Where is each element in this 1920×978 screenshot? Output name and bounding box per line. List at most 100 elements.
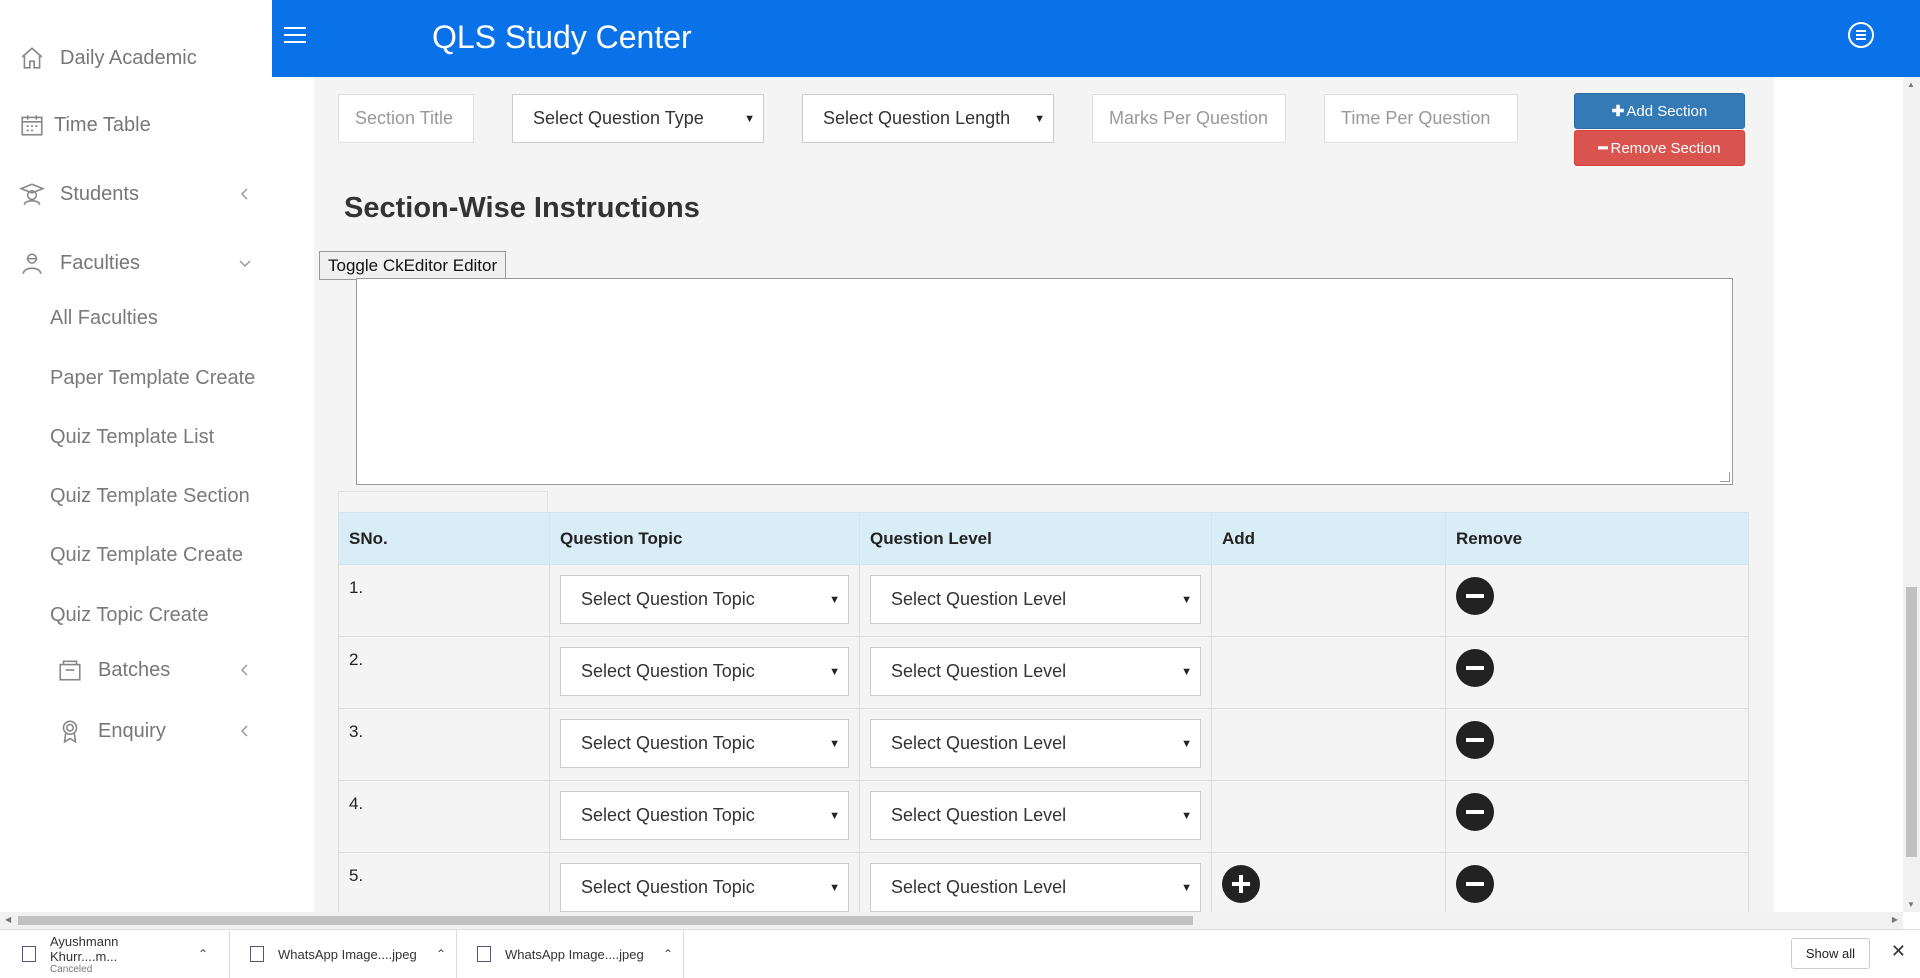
question-topic-select[interactable]: Select Question Topic ▼: [560, 575, 849, 624]
sidebar-sub-quiz-template-list[interactable]: Quiz Template List: [50, 426, 214, 449]
close-icon[interactable]: ✕: [1891, 941, 1906, 962]
topic-cell: Select Question Topic ▼: [549, 636, 860, 709]
dropdown-caret-icon: ▼: [1034, 113, 1045, 125]
topic-cell: Select Question Topic ▼: [549, 564, 860, 637]
teacher-icon: [18, 249, 46, 277]
sidebar-item-label: Batches: [98, 658, 171, 681]
chevron-down-icon: [239, 260, 251, 268]
question-topic-select[interactable]: Select Question Topic ▼: [560, 719, 849, 768]
dropdown-caret-icon: ▼: [829, 666, 840, 678]
sidebar-item-students[interactable]: Students: [18, 174, 272, 214]
scroll-left-arrow-icon[interactable]: ◀: [5, 915, 11, 924]
question-length-value: Select Question Length: [823, 108, 1011, 128]
dropdown-caret-icon: ▼: [744, 113, 755, 125]
hamburger-menu-icon[interactable]: [284, 27, 306, 47]
chevron-left-icon: [240, 725, 248, 737]
topic-cell: Select Question Topic ▼: [549, 708, 860, 781]
sidebar-item-label: Daily Academic: [60, 46, 197, 69]
table-row: 1. Select Question Topic ▼ Select Questio…: [338, 564, 1749, 637]
sidebar-item-enquiry[interactable]: Enquiry: [56, 711, 272, 751]
calendar-icon: [18, 111, 46, 139]
add-row-button[interactable]: [1222, 865, 1260, 903]
scroll-down-arrow-icon[interactable]: ▼: [1907, 900, 1915, 909]
graduate-icon: [18, 180, 46, 208]
question-level-select[interactable]: Select Question Level ▼: [870, 575, 1201, 624]
remove-row-button[interactable]: [1456, 865, 1494, 903]
dropdown-caret-icon: ▼: [1181, 882, 1192, 894]
minus-icon: ━: [1598, 140, 1608, 157]
add-cell: [1211, 852, 1446, 912]
time-per-question-input[interactable]: Time Per Question: [1324, 94, 1518, 143]
download-bar: Ayushmann Khurr....m... Canceled ⌃ Whats…: [0, 929, 1920, 978]
vertical-scrollbar[interactable]: ▲ ▼: [1903, 77, 1920, 912]
horizontal-scrollbar[interactable]: ◀ ▶: [0, 912, 1903, 929]
marks-per-question-input[interactable]: Marks Per Question: [1092, 94, 1286, 143]
remove-row-button[interactable]: [1456, 721, 1494, 759]
section-title-input[interactable]: Section Title: [338, 94, 474, 143]
sidebar-item-batches[interactable]: Batches: [56, 650, 272, 690]
sidebar-item-daily-academic[interactable]: Daily Academic: [18, 38, 290, 78]
horizontal-scroll-thumb[interactable]: [18, 916, 1193, 925]
vertical-scroll-thumb[interactable]: [1906, 587, 1917, 857]
instructions-textarea[interactable]: [356, 278, 1733, 485]
remove-cell: [1445, 780, 1749, 853]
question-topic-select[interactable]: Select Question Topic ▼: [560, 863, 849, 912]
chevron-up-icon[interactable]: ⌃: [436, 947, 456, 961]
image-file-icon: [477, 946, 491, 962]
dropdown-caret-icon: ▼: [829, 594, 840, 606]
sidebar-sub-paper-template-create[interactable]: Paper Template Create: [50, 367, 255, 390]
add-section-button[interactable]: ✚ Add Section: [1574, 93, 1745, 129]
plus-icon: ✚: [1611, 103, 1625, 120]
dropdown-caret-icon: ▼: [829, 810, 840, 822]
badge-icon: [56, 717, 84, 745]
sidebar-item-time-table[interactable]: Time Table: [18, 105, 290, 145]
remove-row-button[interactable]: [1456, 577, 1494, 615]
dropdown-caret-icon: ▼: [1181, 738, 1192, 750]
row-sno: 5.: [338, 852, 550, 912]
sidebar-sub-quiz-template-section[interactable]: Quiz Template Section: [50, 485, 250, 508]
question-topic-select[interactable]: Select Question Topic ▼: [560, 647, 849, 696]
toggle-ckeditor-button[interactable]: Toggle CkEditor Editor: [319, 251, 507, 280]
file-icon: [22, 946, 36, 962]
question-level-select[interactable]: Select Question Level ▼: [870, 863, 1201, 912]
remove-row-button[interactable]: [1456, 793, 1494, 831]
question-level-select[interactable]: Select Question Level ▼: [870, 791, 1201, 840]
chevron-up-icon[interactable]: ⌃: [198, 947, 218, 961]
question-level-select[interactable]: Select Question Level ▼: [870, 719, 1201, 768]
table-row: 3. Select Question Topic ▼ Select Questio…: [338, 708, 1749, 781]
level-cell: Select Question Level ▼: [859, 852, 1212, 912]
options-menu-icon[interactable]: [1848, 22, 1874, 48]
sidebar-item-label: Students: [60, 182, 139, 205]
sidebar-sub-quiz-template-create[interactable]: Quiz Template Create: [50, 544, 243, 567]
add-cell: [1211, 636, 1446, 709]
level-cell: Select Question Level ▼: [859, 564, 1212, 637]
row-sno: 4.: [338, 780, 550, 853]
sidebar-item-label: Faculties: [60, 251, 141, 274]
table-row: 2. Select Question Topic ▼ Select Questio…: [338, 636, 1749, 709]
remove-cell: [1445, 564, 1749, 637]
app-title: QLS Study Center: [432, 19, 692, 55]
download-name: WhatsApp Image....jpeg: [278, 946, 417, 962]
scroll-right-arrow-icon[interactable]: ▶: [1892, 915, 1898, 924]
show-all-button[interactable]: Show all: [1790, 938, 1870, 969]
question-level-select[interactable]: Select Question Level ▼: [870, 647, 1201, 696]
resize-handle-icon[interactable]: [1720, 472, 1730, 482]
download-name: WhatsApp Image....jpeg: [505, 946, 644, 962]
header-add: Add: [1211, 512, 1446, 565]
sidebar-sub-quiz-topic-create[interactable]: Quiz Topic Create: [50, 604, 209, 627]
dropdown-caret-icon: ▼: [829, 738, 840, 750]
remove-row-button[interactable]: [1456, 649, 1494, 687]
download-item[interactable]: WhatsApp Image....jpeg ⌃: [230, 930, 457, 978]
scroll-up-arrow-icon[interactable]: ▲: [1907, 80, 1915, 89]
sidebar-item-faculties[interactable]: Faculties: [18, 243, 272, 283]
section-instructions-heading: Section-Wise Instructions: [344, 192, 700, 224]
chevron-up-icon[interactable]: ⌃: [663, 947, 683, 961]
download-item[interactable]: Ayushmann Khurr....m... Canceled ⌃: [0, 930, 230, 978]
home-icon: [18, 44, 46, 72]
question-length-select[interactable]: Select Question Length ▼: [802, 94, 1054, 143]
question-topic-select[interactable]: Select Question Topic ▼: [560, 791, 849, 840]
download-item[interactable]: WhatsApp Image....jpeg ⌃: [457, 930, 684, 978]
remove-section-button[interactable]: ━ Remove Section: [1574, 130, 1745, 166]
question-type-select[interactable]: Select Question Type ▼: [512, 94, 764, 143]
sidebar-sub-all-faculties[interactable]: All Faculties: [50, 307, 158, 330]
